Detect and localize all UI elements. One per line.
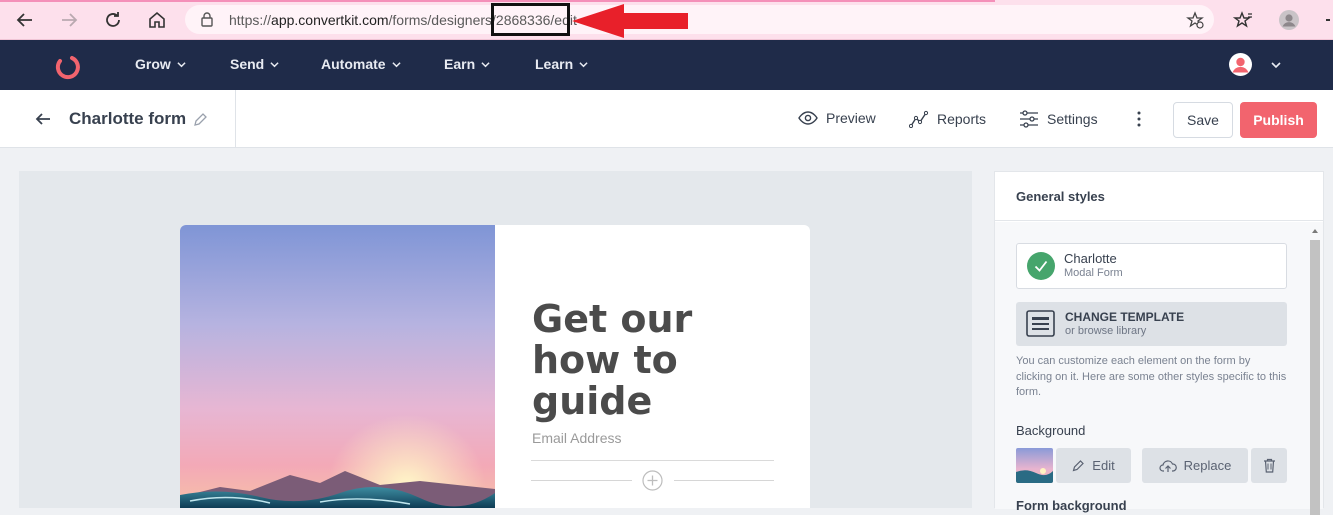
- address-bar[interactable]: https://app.convertkit.com/forms/designe…: [185, 5, 1214, 34]
- forward-icon[interactable]: [57, 8, 81, 32]
- save-button[interactable]: Save: [1173, 102, 1233, 138]
- general-styles-panel: General styles Charlotte Modal Form CHAN…: [994, 171, 1324, 515]
- convertkit-logo[interactable]: [52, 51, 81, 80]
- background-label: Background: [1016, 423, 1086, 438]
- panel-header: General styles: [995, 172, 1323, 221]
- add-field-divider: [674, 480, 774, 481]
- browser-toolbar: https://app.convertkit.com/forms/designe…: [0, 0, 1333, 40]
- tab-strip-accent: [0, 0, 995, 2]
- edit-background-button[interactable]: Edit: [1056, 448, 1131, 483]
- form-headline[interactable]: Get our how to guide: [532, 299, 792, 422]
- nav-send[interactable]: Send: [230, 56, 279, 72]
- check-icon: [1027, 252, 1055, 280]
- settings-label: Settings: [1047, 111, 1098, 127]
- delete-background-button[interactable]: [1251, 448, 1287, 483]
- preview-label: Preview: [826, 110, 876, 126]
- home-icon[interactable]: [145, 8, 169, 32]
- form-title: Charlotte form: [69, 109, 187, 128]
- kebab-menu-icon[interactable]: [1136, 111, 1142, 127]
- panel-title: General styles: [1016, 189, 1105, 204]
- header-divider: [235, 90, 236, 148]
- chevron-down-icon: [270, 61, 279, 67]
- pencil-icon: [1072, 460, 1085, 472]
- cloud-upload-icon: [1159, 459, 1177, 472]
- eye-icon: [798, 111, 818, 125]
- add-field-divider: [531, 480, 632, 481]
- form-background-label: Form background: [1016, 498, 1127, 513]
- template-name: Charlotte: [1064, 251, 1117, 266]
- trash-icon: [1263, 458, 1275, 473]
- reload-icon[interactable]: [101, 8, 125, 32]
- chevron-down-icon: [481, 61, 490, 67]
- background-thumbnail[interactable]: [1016, 448, 1053, 483]
- browse-library-label: or browse library: [1065, 325, 1147, 337]
- form-background-image[interactable]: [180, 225, 495, 508]
- add-favorite-icon[interactable]: [1186, 11, 1204, 29]
- nav-grow[interactable]: Grow: [135, 56, 186, 72]
- template-layout-icon: [1026, 310, 1055, 337]
- reports-label: Reports: [937, 111, 987, 127]
- account-menu-chevron-icon[interactable]: [1271, 60, 1281, 70]
- profile-icon[interactable]: [1277, 8, 1301, 32]
- scrollbar-thumb[interactable]: [1310, 240, 1320, 515]
- nav-automate[interactable]: Automate: [321, 56, 401, 72]
- back-icon[interactable]: [13, 8, 37, 32]
- nav-learn[interactable]: Learn: [535, 56, 588, 72]
- sliders-icon: [1020, 110, 1038, 128]
- template-type: Modal Form: [1064, 267, 1123, 279]
- url-id-highlight-box: [491, 3, 570, 36]
- favorites-icon[interactable]: [1231, 8, 1255, 32]
- panel-scrollbar[interactable]: [1309, 227, 1321, 515]
- email-field-placeholder[interactable]: Email Address: [532, 430, 621, 446]
- reports-chart-icon: [909, 110, 929, 128]
- nav-send-label: Send: [230, 56, 265, 72]
- pencil-icon[interactable]: [193, 112, 208, 127]
- chevron-down-icon: [177, 61, 186, 67]
- editor-header: Charlotte form Preview Reports Settings …: [0, 90, 1333, 148]
- nav-automate-label: Automate: [321, 56, 386, 72]
- back-arrow-icon[interactable]: [34, 110, 52, 128]
- nav-earn[interactable]: Earn: [444, 56, 490, 72]
- chevron-down-icon: [579, 61, 588, 67]
- nav-learn-label: Learn: [535, 56, 574, 72]
- red-arrow-annotation: [572, 4, 688, 38]
- scroll-up-arrow-icon[interactable]: [1309, 227, 1321, 235]
- email-field-underline: [531, 460, 774, 461]
- nav-grow-label: Grow: [135, 56, 171, 72]
- chevron-down-icon: [391, 61, 401, 67]
- change-template-button[interactable]: CHANGE TEMPLATE or browse library: [1016, 302, 1287, 346]
- form-preview-card[interactable]: Get our how to guide Email Address: [180, 225, 810, 508]
- add-field-plus-icon[interactable]: [642, 470, 663, 491]
- more-menu-icon[interactable]: [1326, 19, 1330, 21]
- publish-button[interactable]: Publish: [1240, 102, 1317, 138]
- panel-body: Charlotte Modal Form CHANGE TEMPLATE or …: [995, 222, 1323, 515]
- user-avatar[interactable]: [1229, 53, 1252, 76]
- current-template-card[interactable]: Charlotte Modal Form: [1016, 243, 1287, 289]
- replace-background-button[interactable]: Replace: [1142, 448, 1248, 483]
- reports-button[interactable]: Reports: [909, 110, 986, 128]
- preview-button[interactable]: Preview: [798, 110, 876, 126]
- edit-label: Edit: [1092, 458, 1115, 473]
- nav-earn-label: Earn: [444, 56, 476, 72]
- replace-label: Replace: [1183, 458, 1232, 473]
- settings-button[interactable]: Settings: [1019, 110, 1098, 128]
- app-navigation: Grow Send Automate Earn Learn: [0, 40, 1333, 90]
- lock-icon[interactable]: [200, 12, 214, 27]
- change-template-label: CHANGE TEMPLATE: [1065, 310, 1185, 324]
- helper-text: You can customize each element on the fo…: [1016, 355, 1287, 398]
